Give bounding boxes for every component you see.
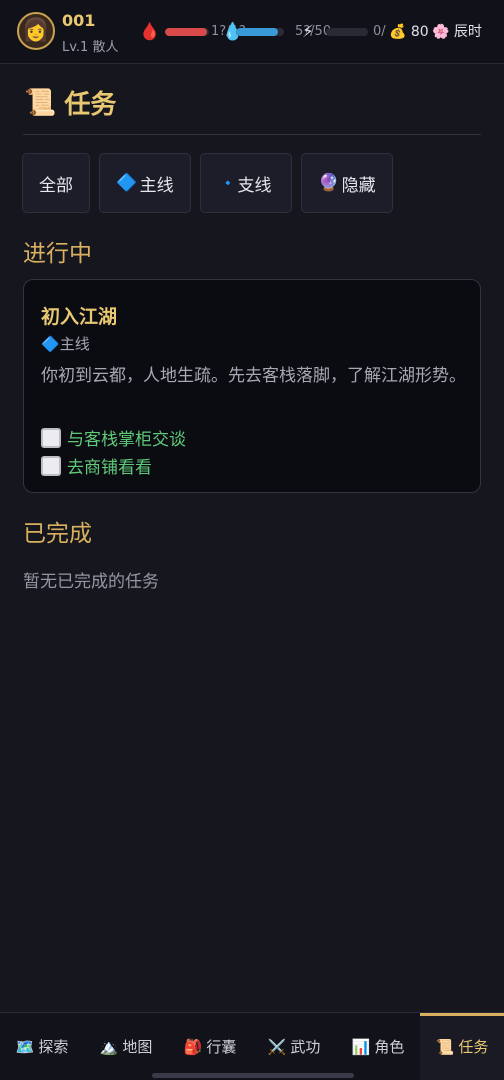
quest-description: 你初到云都，人地生疏。先去客栈落脚，了解江湖形势。: [41, 366, 466, 386]
home-indicator: [152, 1073, 354, 1078]
crystal-ball-icon: 🔮: [318, 173, 340, 193]
completed-empty-text: 暂无已完成的任务: [23, 572, 159, 592]
quest-type: 🔷主线: [41, 333, 90, 354]
nav-label: 行囊: [206, 1038, 237, 1056]
objective-text: 去商铺看看: [67, 458, 152, 478]
quest-objective: 与客栈掌柜交谈: [41, 425, 186, 450]
money-value: 80: [410, 24, 429, 40]
filter-all-button[interactable]: 全部: [22, 153, 90, 213]
filter-main-button[interactable]: 🔷 主线: [99, 153, 191, 213]
quest-card[interactable]: 初入江湖 🔷主线 你初到云都，人地生疏。先去客栈落脚，了解江湖形势。 与客栈掌柜…: [23, 279, 481, 493]
page-title-text: 任务: [64, 90, 117, 120]
checkbox-icon: [41, 455, 61, 476]
blue-diamond-icon: 🔷: [41, 335, 60, 353]
player-name: 001: [62, 11, 96, 30]
small-diamond-icon: 🔹: [220, 176, 236, 190]
filter-side-button[interactable]: 🔹 支线: [200, 153, 292, 213]
nav-skills[interactable]: ⚔️ 武功: [252, 1013, 336, 1080]
completed-heading: 已完成: [23, 521, 92, 547]
scroll-icon: 📜: [435, 1037, 455, 1056]
nav-label: 地图: [122, 1038, 153, 1056]
backpack-icon: 🎒: [183, 1037, 203, 1056]
in-progress-heading: 进行中: [23, 241, 92, 267]
mp-stat: 💧 5?/50: [222, 20, 331, 44]
blue-diamond-icon: 🔷: [116, 173, 138, 193]
money-display: 💰 80: [389, 20, 429, 44]
hp-stat: 🩸 1?/1?: [139, 20, 246, 44]
page-title: 📜 任务: [24, 84, 116, 121]
player-level: Lv.1 散人: [62, 40, 119, 55]
nav-map[interactable]: 🏔️ 地图: [84, 1013, 168, 1080]
energy-bar: [326, 28, 368, 36]
objective-text: 与客栈掌柜交谈: [67, 430, 186, 450]
nav-label: 探索: [38, 1038, 69, 1056]
scroll-icon: 📜: [24, 87, 57, 118]
quest-objective: 去商铺看看: [41, 453, 152, 478]
nav-label: 武功: [290, 1038, 321, 1056]
filter-hidden-label: 隐藏: [341, 175, 376, 196]
quest-filters: 全部 🔷 主线 🔹 支线 🔮 隐藏: [22, 153, 393, 213]
filter-side-label: 支线: [237, 175, 272, 196]
nav-quests[interactable]: 📜 任务: [420, 1013, 504, 1080]
nav-label: 任务: [458, 1038, 489, 1056]
filter-main-label: 主线: [139, 175, 174, 196]
energy-text: 0/: [373, 24, 386, 39]
checkbox-icon: [41, 427, 61, 448]
status-bar: 👩 001 Lv.1 散人 🩸 1?/1? 💧 5?/50 ⚡ 0/ 💰 80 …: [0, 0, 504, 64]
mp-bar: [236, 28, 284, 36]
nav-explore[interactable]: 🗺️ 探索: [0, 1013, 84, 1080]
lightning-icon: ⚡: [302, 22, 314, 42]
crossed-swords-icon: ⚔️: [267, 1037, 287, 1056]
bottom-nav: 🗺️ 探索 🏔️ 地图 🎒 行囊 ⚔️ 武功 📊 角色 📜 任务: [0, 1012, 504, 1080]
avatar[interactable]: 👩: [17, 12, 55, 50]
blood-drop-icon: 🩸: [139, 22, 161, 42]
mp-bar-fill: [236, 28, 279, 36]
hp-bar: [165, 28, 209, 36]
title-divider: [23, 134, 481, 135]
filter-all-label: 全部: [39, 175, 73, 196]
filter-hidden-button[interactable]: 🔮 隐藏: [301, 153, 393, 213]
time-value: 辰时: [453, 24, 482, 40]
energy-stat: ⚡ 0/: [302, 20, 390, 44]
map-icon: 🗺️: [15, 1037, 35, 1056]
hp-bar-fill: [165, 28, 207, 36]
blossom-icon: 🌸: [432, 24, 450, 40]
bar-chart-icon: 📊: [351, 1037, 371, 1056]
avatar-icon: 👩: [22, 18, 50, 43]
money-bag-icon: 💰: [389, 24, 407, 40]
mountain-icon: 🏔️: [99, 1037, 119, 1056]
quest-name: 初入江湖: [41, 306, 118, 328]
quest-type-label: 主线: [59, 335, 90, 353]
time-display: 🌸 辰时: [432, 20, 482, 44]
nav-character[interactable]: 📊 角色: [336, 1013, 420, 1080]
nav-inventory[interactable]: 🎒 行囊: [168, 1013, 252, 1080]
nav-label: 角色: [374, 1038, 405, 1056]
